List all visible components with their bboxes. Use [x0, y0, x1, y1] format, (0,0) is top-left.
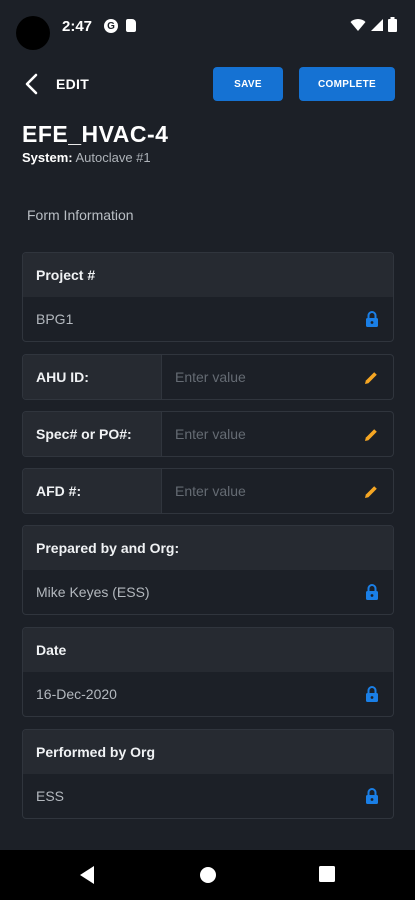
status-time: 2:47: [62, 18, 93, 35]
performed-by-field-card: Performed by Org ESS: [22, 729, 394, 819]
pencil-icon[interactable]: [363, 484, 379, 500]
lock-icon: [366, 686, 378, 702]
system-line: System: Autoclave #1: [22, 150, 151, 165]
spec-po-input[interactable]: [175, 426, 345, 442]
field-value: 16-Dec-2020: [36, 686, 117, 702]
field-label: AFD #:: [23, 469, 162, 513]
field-label: Prepared by and Org:: [23, 526, 393, 570]
spec-po-input-wrap: [162, 412, 393, 456]
system-nav-bar: [0, 850, 415, 900]
status-bar: 2:47 G: [0, 0, 415, 52]
complete-button[interactable]: COMPLETE: [299, 67, 395, 101]
field-label: Date: [23, 628, 393, 672]
prepared-by-value-row: Mike Keyes (ESS): [23, 570, 393, 614]
field-value: Mike Keyes (ESS): [36, 584, 150, 600]
system-value: Autoclave #1: [75, 150, 151, 165]
save-button[interactable]: SAVE: [213, 67, 283, 101]
afd-input[interactable]: [175, 483, 345, 499]
system-label: System:: [22, 150, 73, 165]
google-icon: G: [104, 19, 118, 33]
afd-input-wrap: [162, 469, 393, 513]
lock-icon: [366, 311, 378, 327]
home-circle-icon[interactable]: [198, 865, 218, 885]
page-title: EFE_HVAC-4: [22, 121, 169, 147]
recents-square-icon[interactable]: [318, 865, 336, 883]
afd-field-card: AFD #:: [22, 468, 394, 514]
date-field-card: Date 16-Dec-2020: [22, 627, 394, 717]
camera-cutout: [16, 16, 50, 50]
section-label: Form Information: [27, 207, 134, 223]
field-label: AHU ID:: [23, 355, 162, 399]
ahu-id-input-wrap: [162, 355, 393, 399]
lock-icon: [366, 788, 378, 804]
pencil-icon[interactable]: [363, 427, 379, 443]
sd-card-icon: [126, 19, 136, 32]
field-label: Spec# or PO#:: [23, 412, 162, 456]
ahu-id-input[interactable]: [175, 369, 345, 385]
field-value: BPG1: [36, 311, 74, 327]
field-value: ESS: [36, 788, 65, 804]
field-label: Project #: [23, 253, 393, 297]
lock-icon: [366, 584, 378, 600]
pencil-icon[interactable]: [363, 370, 379, 386]
app-header: EDIT SAVE COMPLETE: [0, 52, 415, 118]
prepared-by-field-card: Prepared by and Org: Mike Keyes (ESS): [22, 525, 394, 615]
battery-icon: [388, 17, 397, 32]
ahu-id-field-card: AHU ID:: [22, 354, 394, 400]
date-value-row: 16-Dec-2020: [23, 672, 393, 716]
status-right-icons: [350, 17, 397, 32]
back-arrow-icon[interactable]: [20, 72, 44, 96]
signal-icon: [371, 18, 383, 31]
project-field-card: Project # BPG1: [22, 252, 394, 342]
performed-by-value-row: ESS: [23, 774, 393, 818]
spec-po-field-card: Spec# or PO#:: [22, 411, 394, 457]
back-triangle-icon[interactable]: [78, 865, 96, 885]
project-field-value-row: BPG1: [23, 297, 393, 341]
header-title: EDIT: [56, 76, 90, 92]
field-label: Performed by Org: [23, 730, 393, 774]
wifi-icon: [350, 18, 366, 31]
